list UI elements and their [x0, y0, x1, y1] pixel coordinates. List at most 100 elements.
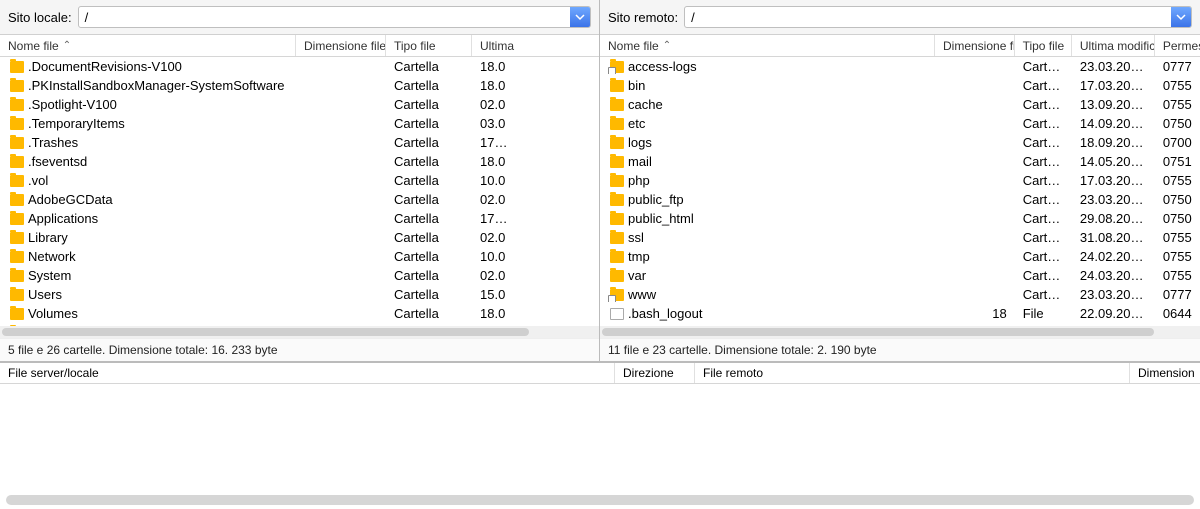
file-type: Cartella [386, 192, 472, 207]
table-row[interactable]: AdobeGCDataCartella02.0 [0, 190, 599, 209]
folder-icon [610, 156, 624, 168]
file-name: php [628, 173, 650, 188]
table-row[interactable]: logsCartella18.09.2020 0...0700 [600, 133, 1200, 152]
folder-icon [10, 232, 24, 244]
file-name-cell: .PKInstallSandboxManager-SystemSoftware [0, 78, 296, 93]
file-name: Volumes [28, 306, 78, 321]
table-row[interactable]: LibraryCartella02.0 [0, 228, 599, 247]
col-size[interactable]: Dimensione file [296, 35, 386, 56]
table-row[interactable]: NetworkCartella10.0 [0, 247, 599, 266]
file-permissions: 0755 [1155, 268, 1200, 283]
file-modified: 18.0 [472, 154, 518, 169]
chevron-down-icon[interactable] [570, 7, 590, 27]
folder-link-icon [610, 61, 624, 73]
table-row[interactable]: SystemCartella02.0 [0, 266, 599, 285]
col-modified[interactable]: Ultima [472, 35, 518, 56]
remote-path-label: Sito remoto: [608, 10, 678, 25]
file-permissions: 0750 [1155, 192, 1200, 207]
table-row[interactable]: .PKInstallSandboxManager-SystemSoftwareC… [0, 76, 599, 95]
table-row[interactable]: cacheCartella13.09.2016 2...0755 [600, 95, 1200, 114]
table-row[interactable]: varCartella24.03.2016 1...0755 [600, 266, 1200, 285]
file-modified: 17.03.2017 1... [1072, 173, 1155, 188]
file-name: .DocumentRevisions-V100 [28, 59, 182, 74]
file-modified: 17.06 [472, 135, 518, 150]
local-columns: Nome file ⌃ Dimensione file Tipo file Ul… [0, 35, 599, 57]
file-modified: 02.0 [472, 97, 518, 112]
folder-icon [10, 99, 24, 111]
table-row[interactable]: public_ftpCartella23.03.2016 2...0750 [600, 190, 1200, 209]
table-row[interactable]: VolumesCartella18.0 [0, 304, 599, 323]
table-row[interactable]: .TemporaryItemsCartella03.0 [0, 114, 599, 133]
table-row[interactable]: .fseventsdCartella18.0 [0, 152, 599, 171]
file-modified: 23.03.2016 2... [1072, 287, 1155, 302]
folder-icon [10, 137, 24, 149]
file-name: System [28, 268, 71, 283]
table-row[interactable]: sslCartella31.08.2020 0...0755 [600, 228, 1200, 247]
table-row[interactable]: UsersCartella15.0 [0, 285, 599, 304]
remote-file-list[interactable]: access-logsCartella23.03.2016 2...0777bi… [600, 57, 1200, 326]
local-path-value: / [85, 10, 570, 25]
col-type[interactable]: Tipo file [1015, 35, 1072, 56]
file-modified: 18.0 [472, 306, 518, 321]
file-name-cell: Applications [0, 211, 296, 226]
table-row[interactable]: wwwCartella23.03.2016 2...0777 [600, 285, 1200, 304]
table-row[interactable]: .volCartella10.0 [0, 171, 599, 190]
remote-columns: Nome file ⌃ Dimensione file Tipo file Ul… [600, 35, 1200, 57]
file-name-cell: System [0, 268, 296, 283]
col-permissions[interactable]: Permess [1155, 35, 1200, 56]
local-hscroll[interactable] [0, 326, 599, 338]
folder-icon [610, 194, 624, 206]
table-row[interactable]: etcCartella14.09.2020 2...0750 [600, 114, 1200, 133]
file-name: .vol [28, 173, 48, 188]
folder-icon [610, 251, 624, 263]
table-row[interactable]: .DocumentRevisions-V100Cartella18.0 [0, 57, 599, 76]
table-row[interactable]: access-logsCartella23.03.2016 2...0777 [600, 57, 1200, 76]
col-modified[interactable]: Ultima modifica [1072, 35, 1155, 56]
remote-pane: Sito remoto: / Nome file ⌃ Dimensione fi… [600, 0, 1200, 361]
bottom-hscroll[interactable] [6, 495, 1194, 505]
file-name: .Trashes [28, 135, 78, 150]
queue-col-size[interactable]: Dimension [1130, 363, 1200, 383]
col-name[interactable]: Nome file ⌃ [600, 35, 935, 56]
table-row[interactable]: binCartella17.03.2017 1...0755 [600, 76, 1200, 95]
local-file-list[interactable]: .DocumentRevisions-V100Cartella18.0.PKIn… [0, 57, 599, 326]
file-name: www [628, 287, 656, 302]
table-row[interactable]: phpCartella17.03.2017 1...0755 [600, 171, 1200, 190]
file-name: Applications [28, 211, 98, 226]
file-permissions: 0755 [1155, 173, 1200, 188]
remote-hscroll[interactable] [600, 326, 1200, 338]
remote-path-select[interactable]: / [684, 6, 1192, 28]
folder-icon [10, 308, 24, 320]
file-permissions: 0700 [1155, 135, 1200, 150]
file-type: Cartella [1015, 135, 1072, 150]
file-name-cell: ssl [600, 230, 935, 245]
file-name-cell: .fseventsd [0, 154, 296, 169]
file-name-cell: public_ftp [600, 192, 935, 207]
queue-col-local[interactable]: File server/locale [0, 363, 615, 383]
col-size[interactable]: Dimensione file [935, 35, 1015, 56]
table-row[interactable]: tmpCartella24.02.2018 1...0755 [600, 247, 1200, 266]
local-path-select[interactable]: / [78, 6, 591, 28]
chevron-down-icon[interactable] [1171, 7, 1191, 27]
table-row[interactable]: .TrashesCartella17.06 [0, 133, 599, 152]
file-name: tmp [628, 249, 650, 264]
file-type: Cartella [386, 230, 472, 245]
file-name: Library [28, 230, 68, 245]
queue-col-remote[interactable]: File remoto [695, 363, 1130, 383]
file-name: .TemporaryItems [28, 116, 125, 131]
file-type: Cartella [386, 173, 472, 188]
table-row[interactable]: ApplicationsCartella17.09 [0, 209, 599, 228]
col-type[interactable]: Tipo file [386, 35, 472, 56]
file-name: bin [628, 78, 645, 93]
table-row[interactable]: .bash_logout18File22.09.2015 1...0644 [600, 304, 1200, 323]
table-row[interactable]: mailCartella14.05.2020 1...0751 [600, 152, 1200, 171]
table-row[interactable]: public_htmlCartella29.08.2020 1...0750 [600, 209, 1200, 228]
file-name-cell: .TemporaryItems [0, 116, 296, 131]
file-permissions: 0755 [1155, 249, 1200, 264]
queue-col-direction[interactable]: Direzione [615, 363, 695, 383]
table-row[interactable]: .Spotlight-V100Cartella02.0 [0, 95, 599, 114]
col-name[interactable]: Nome file ⌃ [0, 35, 296, 56]
file-permissions: 0777 [1155, 59, 1200, 74]
remote-status: 11 file e 23 cartelle. Dimensione totale… [600, 338, 1200, 361]
file-modified: 18.09.2020 0... [1072, 135, 1155, 150]
